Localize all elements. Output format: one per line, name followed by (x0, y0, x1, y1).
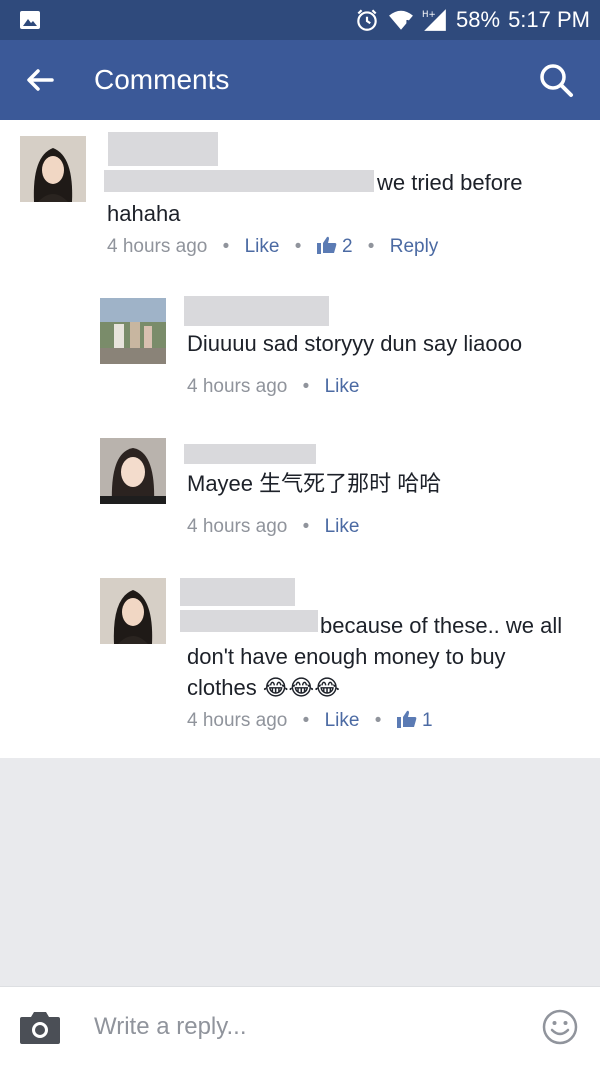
reply-input[interactable]: Write a reply... (94, 1013, 246, 1041)
svg-text:H+: H+ (422, 10, 436, 20)
mention-redacted[interactable] (104, 170, 374, 192)
comment-actions: 4 hours ago • Like • 1 (187, 710, 433, 732)
separator: • (302, 516, 310, 537)
comment: Mayee 生气死了那时 哈哈 4 hours ago • Like (0, 430, 600, 550)
status-time: 5:17 PM (508, 7, 590, 32)
avatar[interactable] (100, 298, 166, 364)
reply-composer: Write a reply... (0, 986, 600, 1066)
author-name-redacted[interactable] (108, 132, 218, 166)
like-count[interactable]: 2 (342, 236, 353, 257)
avatar[interactable] (100, 438, 166, 504)
comment: Diuuuu sad storyyy dun say liaooo 4 hour… (0, 290, 600, 410)
author-name-redacted[interactable] (184, 296, 329, 326)
comment-time: 4 hours ago (187, 376, 288, 397)
like-count[interactable]: 1 (422, 710, 433, 731)
avatar[interactable] (100, 578, 166, 644)
comment: because of these.. we all don't have eno… (0, 570, 600, 750)
wifi-icon (389, 10, 413, 30)
separator: • (222, 236, 230, 257)
separator: • (302, 376, 310, 397)
thumbs-up-icon (316, 236, 336, 254)
separator: • (294, 236, 302, 257)
author-name-redacted[interactable] (184, 444, 316, 464)
like-button[interactable]: Like (325, 710, 360, 731)
author-name-redacted[interactable] (180, 578, 295, 606)
comment-text: don't have enough money to buy (187, 644, 506, 669)
comments-list: we tried before hahaha 4 hours ago • Lik… (0, 120, 600, 758)
like-button[interactable]: Like (325, 376, 360, 397)
comment-text: Diuuuu sad storyyy dun say liaooo (187, 331, 523, 356)
comment-text: clothes 😂😂😂 (187, 675, 340, 700)
comment-time: 4 hours ago (107, 236, 208, 257)
comment-actions: 4 hours ago • Like (187, 376, 359, 398)
comment-actions: 4 hours ago • Like • 2 • Reply (107, 236, 438, 258)
search-icon[interactable] (536, 60, 576, 100)
thumbs-up-icon (396, 710, 416, 728)
battery-percent: 58% (456, 7, 501, 32)
gallery-notification-icon (20, 11, 40, 29)
separator: • (374, 710, 382, 731)
app-bar: Comments (0, 40, 600, 120)
avatar[interactable] (20, 136, 86, 202)
camera-icon[interactable] (18, 1009, 62, 1045)
alarm-icon (357, 9, 377, 31)
reply-button[interactable]: Reply (390, 236, 439, 257)
comment-text: because of these.. we all (320, 613, 563, 638)
signal-icon: H+ (422, 9, 446, 31)
comment: we tried before hahaha 4 hours ago • Lik… (0, 120, 600, 270)
like-button[interactable]: Like (325, 516, 360, 537)
status-bar: H+ 58% 5:17 PM (0, 0, 600, 40)
emoji-icon[interactable] (542, 1009, 578, 1045)
page-title: Comments (94, 64, 230, 95)
separator: • (302, 710, 310, 731)
comment-text: Mayee 生气死了那时 哈哈 (187, 471, 442, 496)
like-button[interactable]: Like (245, 236, 280, 257)
comment-time: 4 hours ago (187, 710, 288, 731)
mention-redacted[interactable] (180, 610, 318, 632)
back-arrow-icon[interactable] (20, 60, 60, 100)
comment-time: 4 hours ago (187, 516, 288, 537)
comment-actions: 4 hours ago • Like (187, 516, 359, 538)
separator: • (367, 236, 375, 257)
comment-text: we tried before (377, 170, 523, 195)
comment-text: hahaha (107, 201, 181, 226)
